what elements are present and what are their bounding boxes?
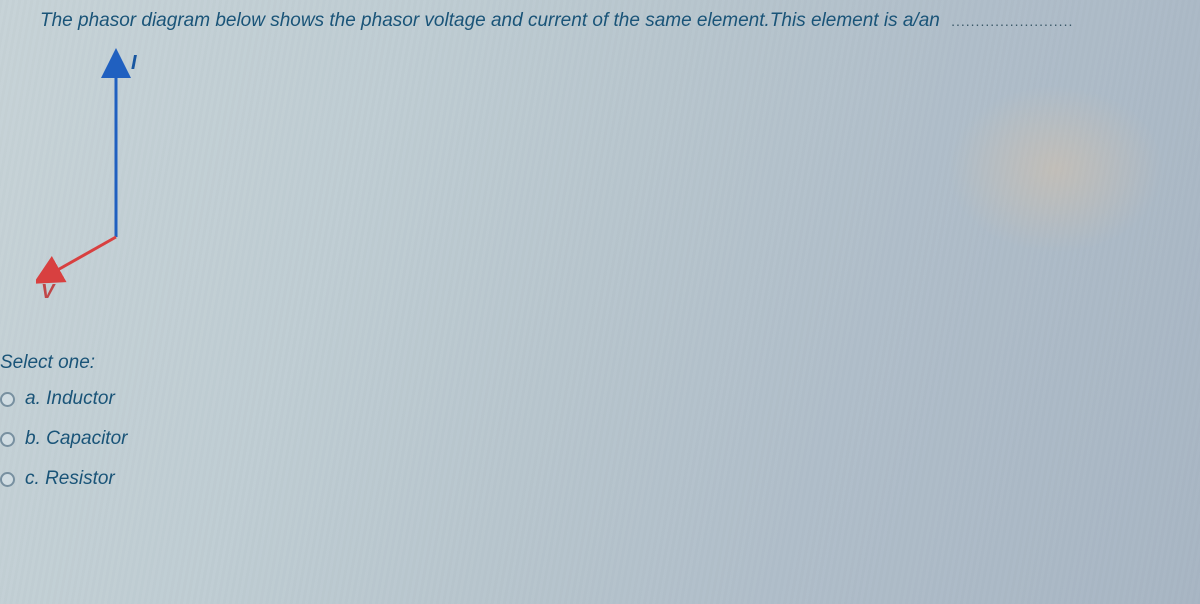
- option-a: a. Inductor: [0, 388, 1200, 410]
- option-c-letter: c.: [25, 468, 40, 489]
- option-b-letter: b.: [25, 428, 41, 449]
- options-list: a. Inductor b. Capacitor c. Resistor: [0, 388, 1200, 490]
- option-c: c. Resistor: [0, 468, 1200, 490]
- voltage-phasor-line: [54, 237, 116, 272]
- question-text: The phasor diagram below shows the phaso…: [40, 10, 940, 31]
- fill-blank: .........................: [951, 13, 1073, 29]
- question-prompt: The phasor diagram below shows the phaso…: [0, 10, 1200, 32]
- radio-c[interactable]: [0, 472, 15, 487]
- voltage-label: V: [41, 281, 54, 304]
- option-a-letter: a.: [25, 388, 41, 409]
- radio-b[interactable]: [0, 432, 15, 447]
- phasor-diagram: I V: [36, 42, 236, 302]
- option-b-text: Capacitor: [46, 428, 127, 449]
- option-c-text: Resistor: [45, 468, 115, 489]
- option-b: b. Capacitor: [0, 428, 1200, 450]
- option-b-label[interactable]: b. Capacitor: [25, 428, 127, 450]
- option-a-label[interactable]: a. Inductor: [25, 388, 115, 410]
- radio-a[interactable]: [0, 392, 15, 407]
- phasor-svg: [36, 42, 236, 302]
- current-label: I: [131, 52, 137, 75]
- option-a-text: Inductor: [46, 388, 115, 409]
- option-c-label[interactable]: c. Resistor: [25, 468, 115, 490]
- select-one-label: Select one:: [0, 352, 1200, 374]
